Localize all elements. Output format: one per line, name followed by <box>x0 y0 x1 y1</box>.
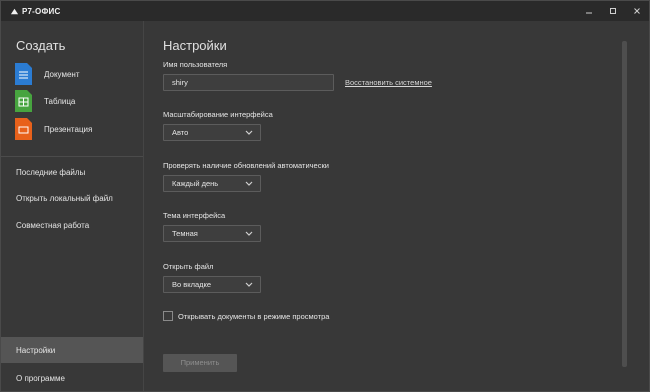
theme-select[interactable]: Темная <box>163 225 261 242</box>
logo-text: Р7-ОФИС <box>22 6 61 16</box>
minimize-button[interactable] <box>577 1 601 21</box>
sidebar: Создать Документ Таблица Презентация Пос… <box>1 21 144 391</box>
sidebar-item-label: Последние файлы <box>16 167 86 177</box>
presentation-icon <box>15 118 32 140</box>
username-label: Имя пользователя <box>163 60 228 69</box>
sidebar-item-label: Совместная работа <box>16 220 90 230</box>
sidebar-item-label: Настройки <box>16 345 56 355</box>
app-logo: Р7-ОФИС <box>10 7 60 16</box>
scale-select[interactable]: Авто <box>163 124 261 141</box>
minimize-icon <box>586 12 592 14</box>
readonly-checkbox-label: Открывать документы в режиме просмотра <box>178 311 330 321</box>
username-field[interactable]: shiry <box>163 74 334 91</box>
sidebar-item-open-local-file[interactable]: Открыть локальный файл <box>1 185 143 211</box>
updates-select[interactable]: Каждый день <box>163 175 261 192</box>
spreadsheet-icon <box>15 90 32 112</box>
updates-label: Проверять наличие обновлений автоматичес… <box>163 161 329 170</box>
chevron-down-icon <box>245 181 253 186</box>
theme-label: Тема интерфейса <box>163 211 226 220</box>
theme-select-value: Темная <box>172 229 198 238</box>
open-file-select-value: Во вкладке <box>172 280 212 289</box>
window-controls <box>577 1 649 21</box>
create-title: Создать <box>16 38 66 53</box>
chevron-down-icon <box>245 130 253 135</box>
readonly-checkbox-row[interactable]: Открывать документы в режиме просмотра <box>163 311 329 321</box>
sidebar-item-label: О программе <box>16 373 65 383</box>
page-title: Настройки <box>163 38 227 53</box>
scale-label: Масштабирование интерфейса <box>163 110 273 119</box>
logo-icon <box>10 8 19 14</box>
updates-select-value: Каждый день <box>172 179 219 188</box>
scale-select-value: Авто <box>172 128 189 137</box>
sidebar-item-settings[interactable]: Настройки <box>1 337 143 363</box>
sidebar-item-recent-files[interactable]: Последние файлы <box>1 159 143 185</box>
close-button[interactable] <box>625 1 649 21</box>
create-spreadsheet-button[interactable]: Таблица <box>15 90 135 112</box>
scrollbar[interactable] <box>622 41 627 367</box>
maximize-icon <box>610 8 616 14</box>
close-icon <box>634 8 640 14</box>
open-file-select[interactable]: Во вкладке <box>163 276 261 293</box>
maximize-button[interactable] <box>601 1 625 21</box>
create-presentation-label: Презентация <box>44 124 93 134</box>
restore-default-link[interactable]: Восстановить системное <box>345 78 432 87</box>
create-document-label: Документ <box>44 69 80 79</box>
app-window: Р7-ОФИС Создать Документ Таблица Презент… <box>0 0 650 392</box>
title-bar: Р7-ОФИС <box>1 1 649 21</box>
create-spreadsheet-label: Таблица <box>44 96 76 106</box>
readonly-checkbox[interactable] <box>163 311 173 321</box>
sidebar-item-about[interactable]: О программе <box>1 365 143 391</box>
document-icon <box>15 63 32 85</box>
sidebar-item-collaboration[interactable]: Совместная работа <box>1 212 143 238</box>
apply-button[interactable]: Применить <box>163 354 237 372</box>
create-presentation-button[interactable]: Презентация <box>15 118 135 140</box>
create-document-button[interactable]: Документ <box>15 63 135 85</box>
sidebar-item-label: Открыть локальный файл <box>16 193 113 203</box>
sidebar-divider <box>1 156 143 157</box>
chevron-down-icon <box>245 231 253 236</box>
chevron-down-icon <box>245 282 253 287</box>
open-file-label: Открыть файл <box>163 262 214 271</box>
settings-panel: Настройки Имя пользователя shiry Восстан… <box>144 21 649 391</box>
